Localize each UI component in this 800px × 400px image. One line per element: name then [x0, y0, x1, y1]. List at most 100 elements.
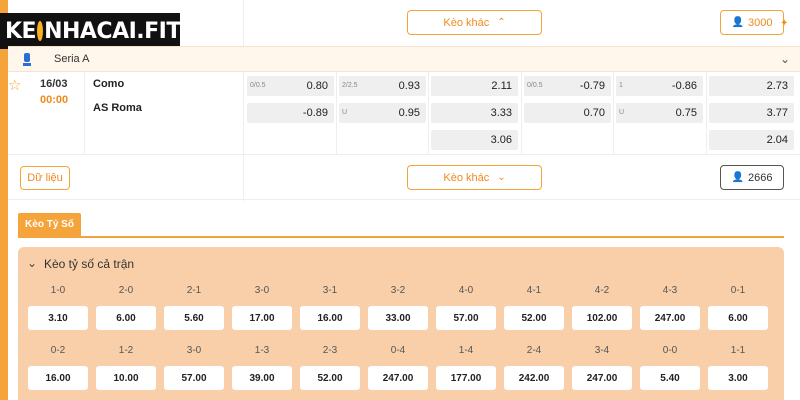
score-odds-button[interactable]: 247.00	[640, 306, 700, 330]
more-odds-label: Kèo khác	[443, 171, 490, 184]
score-label: 2-1	[186, 285, 202, 296]
odds-value: 2.73	[766, 80, 788, 92]
score-odds-button[interactable]: 39.00	[232, 366, 292, 390]
score-label: 4-3	[662, 285, 678, 296]
score-odds-button[interactable]: 3.00	[708, 366, 768, 390]
score-label: 1-4	[458, 345, 474, 356]
odds-cell[interactable]: 2/2.5 0.93	[339, 76, 426, 96]
sparkle-icon: ✦	[780, 18, 789, 29]
odds-value: 3.06	[490, 134, 512, 146]
site-logo: KE NHACAI.FIT	[0, 13, 181, 49]
score-label: 0-1	[730, 285, 746, 296]
score-label: 3-0	[186, 345, 202, 356]
divider	[243, 72, 244, 154]
score-label: 2-4	[526, 345, 542, 356]
chevron-down-icon[interactable]: ⌄	[27, 256, 37, 270]
data-label: Dữ liệu	[27, 172, 63, 184]
panel-title[interactable]: Kèo tỷ số cả trận	[44, 257, 134, 271]
divider	[84, 72, 85, 154]
favorite-star-icon[interactable]: ☆	[8, 76, 21, 94]
odds-line: 0/0.5	[527, 82, 543, 89]
odds-cell[interactable]: 3.06	[431, 130, 518, 150]
score-odds-button[interactable]: 57.00	[164, 366, 224, 390]
data-button[interactable]: Dữ liệu	[20, 166, 70, 190]
divider	[428, 72, 429, 154]
score-odds-button[interactable]: 6.00	[96, 306, 156, 330]
score-label: 1-2	[118, 345, 134, 356]
score-odds-button[interactable]: 57.00	[436, 306, 496, 330]
score-odds-button[interactable]: 177.00	[436, 366, 496, 390]
odds-cell[interactable]: 0.70	[524, 103, 611, 123]
score-label: 3-0	[254, 285, 270, 296]
match-time: 00:00	[40, 94, 69, 106]
score-odds-button[interactable]: 33.00	[368, 306, 428, 330]
score-label: 4-1	[526, 285, 542, 296]
score-odds-button[interactable]: 17.00	[232, 306, 292, 330]
odds-cell[interactable]: 1 -0.86	[616, 76, 703, 96]
serie-a-icon	[23, 53, 31, 66]
odds-cell[interactable]: 2.73	[709, 76, 794, 96]
odds-value: 3.33	[490, 107, 512, 119]
score-odds-button[interactable]: 5.60	[164, 306, 224, 330]
user-icon: 👤	[731, 172, 744, 183]
odds-value: 0.75	[675, 107, 697, 119]
score-odds-button[interactable]: 247.00	[368, 366, 428, 390]
odds-cell[interactable]: 0/0.5 -0.79	[524, 76, 611, 96]
odds-line: U	[342, 109, 348, 116]
odds-value: 2.11	[491, 80, 512, 92]
score-odds-button[interactable]: 5.40	[640, 366, 700, 390]
odds-line: U	[619, 109, 625, 116]
score-label: 4-0	[458, 285, 474, 296]
odds-value: -0.86	[671, 80, 697, 92]
home-team: Como	[93, 78, 125, 90]
logo-text-end: NHACAI.FIT	[44, 18, 181, 44]
score-odds-button[interactable]: 16.00	[28, 366, 88, 390]
odds-cell[interactable]: 3.77	[709, 103, 794, 123]
chevron-down-icon[interactable]: ⌄	[780, 52, 790, 66]
odds-cell[interactable]: U 0.75	[616, 103, 703, 123]
score-label: 0-4	[390, 345, 406, 356]
odds-value: 0.93	[398, 80, 420, 92]
score-label: 1-1	[730, 345, 746, 356]
more-odds-button-top[interactable]: Kèo khác ⌃	[407, 10, 542, 35]
chevron-up-icon: ⌃	[497, 17, 506, 28]
bet-count-button[interactable]: 👤 2666	[720, 165, 784, 190]
odds-cell[interactable]: U 0.95	[339, 103, 426, 123]
league-header[interactable]: Seria A ⌄	[8, 46, 800, 72]
away-team: AS Roma	[93, 102, 142, 114]
odds-value: 0.70	[583, 107, 605, 119]
odds-cell[interactable]: 2.11	[431, 76, 518, 96]
score-odds-button[interactable]: 10.00	[96, 366, 156, 390]
score-label: 0-2	[50, 345, 66, 356]
odds-cell[interactable]: 3.33	[431, 103, 518, 123]
match-date: 16/03	[40, 78, 68, 90]
score-odds-button[interactable]: 52.00	[300, 366, 360, 390]
score-label: 2-3	[322, 345, 338, 356]
score-label: 2-0	[118, 285, 134, 296]
more-odds-label: Kèo khác	[443, 16, 490, 29]
more-odds-button[interactable]: Kèo khác ⌄	[407, 165, 542, 190]
odds-value: 0.95	[398, 107, 420, 119]
odds-cell[interactable]: 2.04	[709, 130, 794, 150]
odds-line: 1	[619, 82, 623, 89]
score-odds-button[interactable]: 242.00	[504, 366, 564, 390]
odds-cell[interactable]: 0/0.5 0.80	[247, 76, 334, 96]
divider	[243, 155, 244, 201]
odds-line: 2/2.5	[342, 82, 358, 89]
odds-value: -0.79	[579, 80, 605, 92]
score-tab-bar: Kèo Tỷ Số	[18, 213, 784, 238]
score-odds-button[interactable]: 3.10	[28, 306, 88, 330]
tab-correct-score[interactable]: Kèo Tỷ Số	[18, 213, 81, 236]
score-label: 3-2	[390, 285, 406, 296]
bet-count-button-top[interactable]: 👤 3000	[720, 10, 784, 35]
league-name: Seria A	[54, 53, 90, 65]
odds-cell[interactable]: -0.89	[247, 103, 334, 123]
score-odds-button[interactable]: 102.00	[572, 306, 632, 330]
score-label: 1-0	[50, 285, 66, 296]
divider	[243, 0, 244, 46]
score-odds-button[interactable]: 16.00	[300, 306, 360, 330]
score-odds-button[interactable]: 6.00	[708, 306, 768, 330]
bet-count: 2666	[747, 171, 773, 184]
score-odds-button[interactable]: 247.00	[572, 366, 632, 390]
score-odds-button[interactable]: 52.00	[504, 306, 564, 330]
